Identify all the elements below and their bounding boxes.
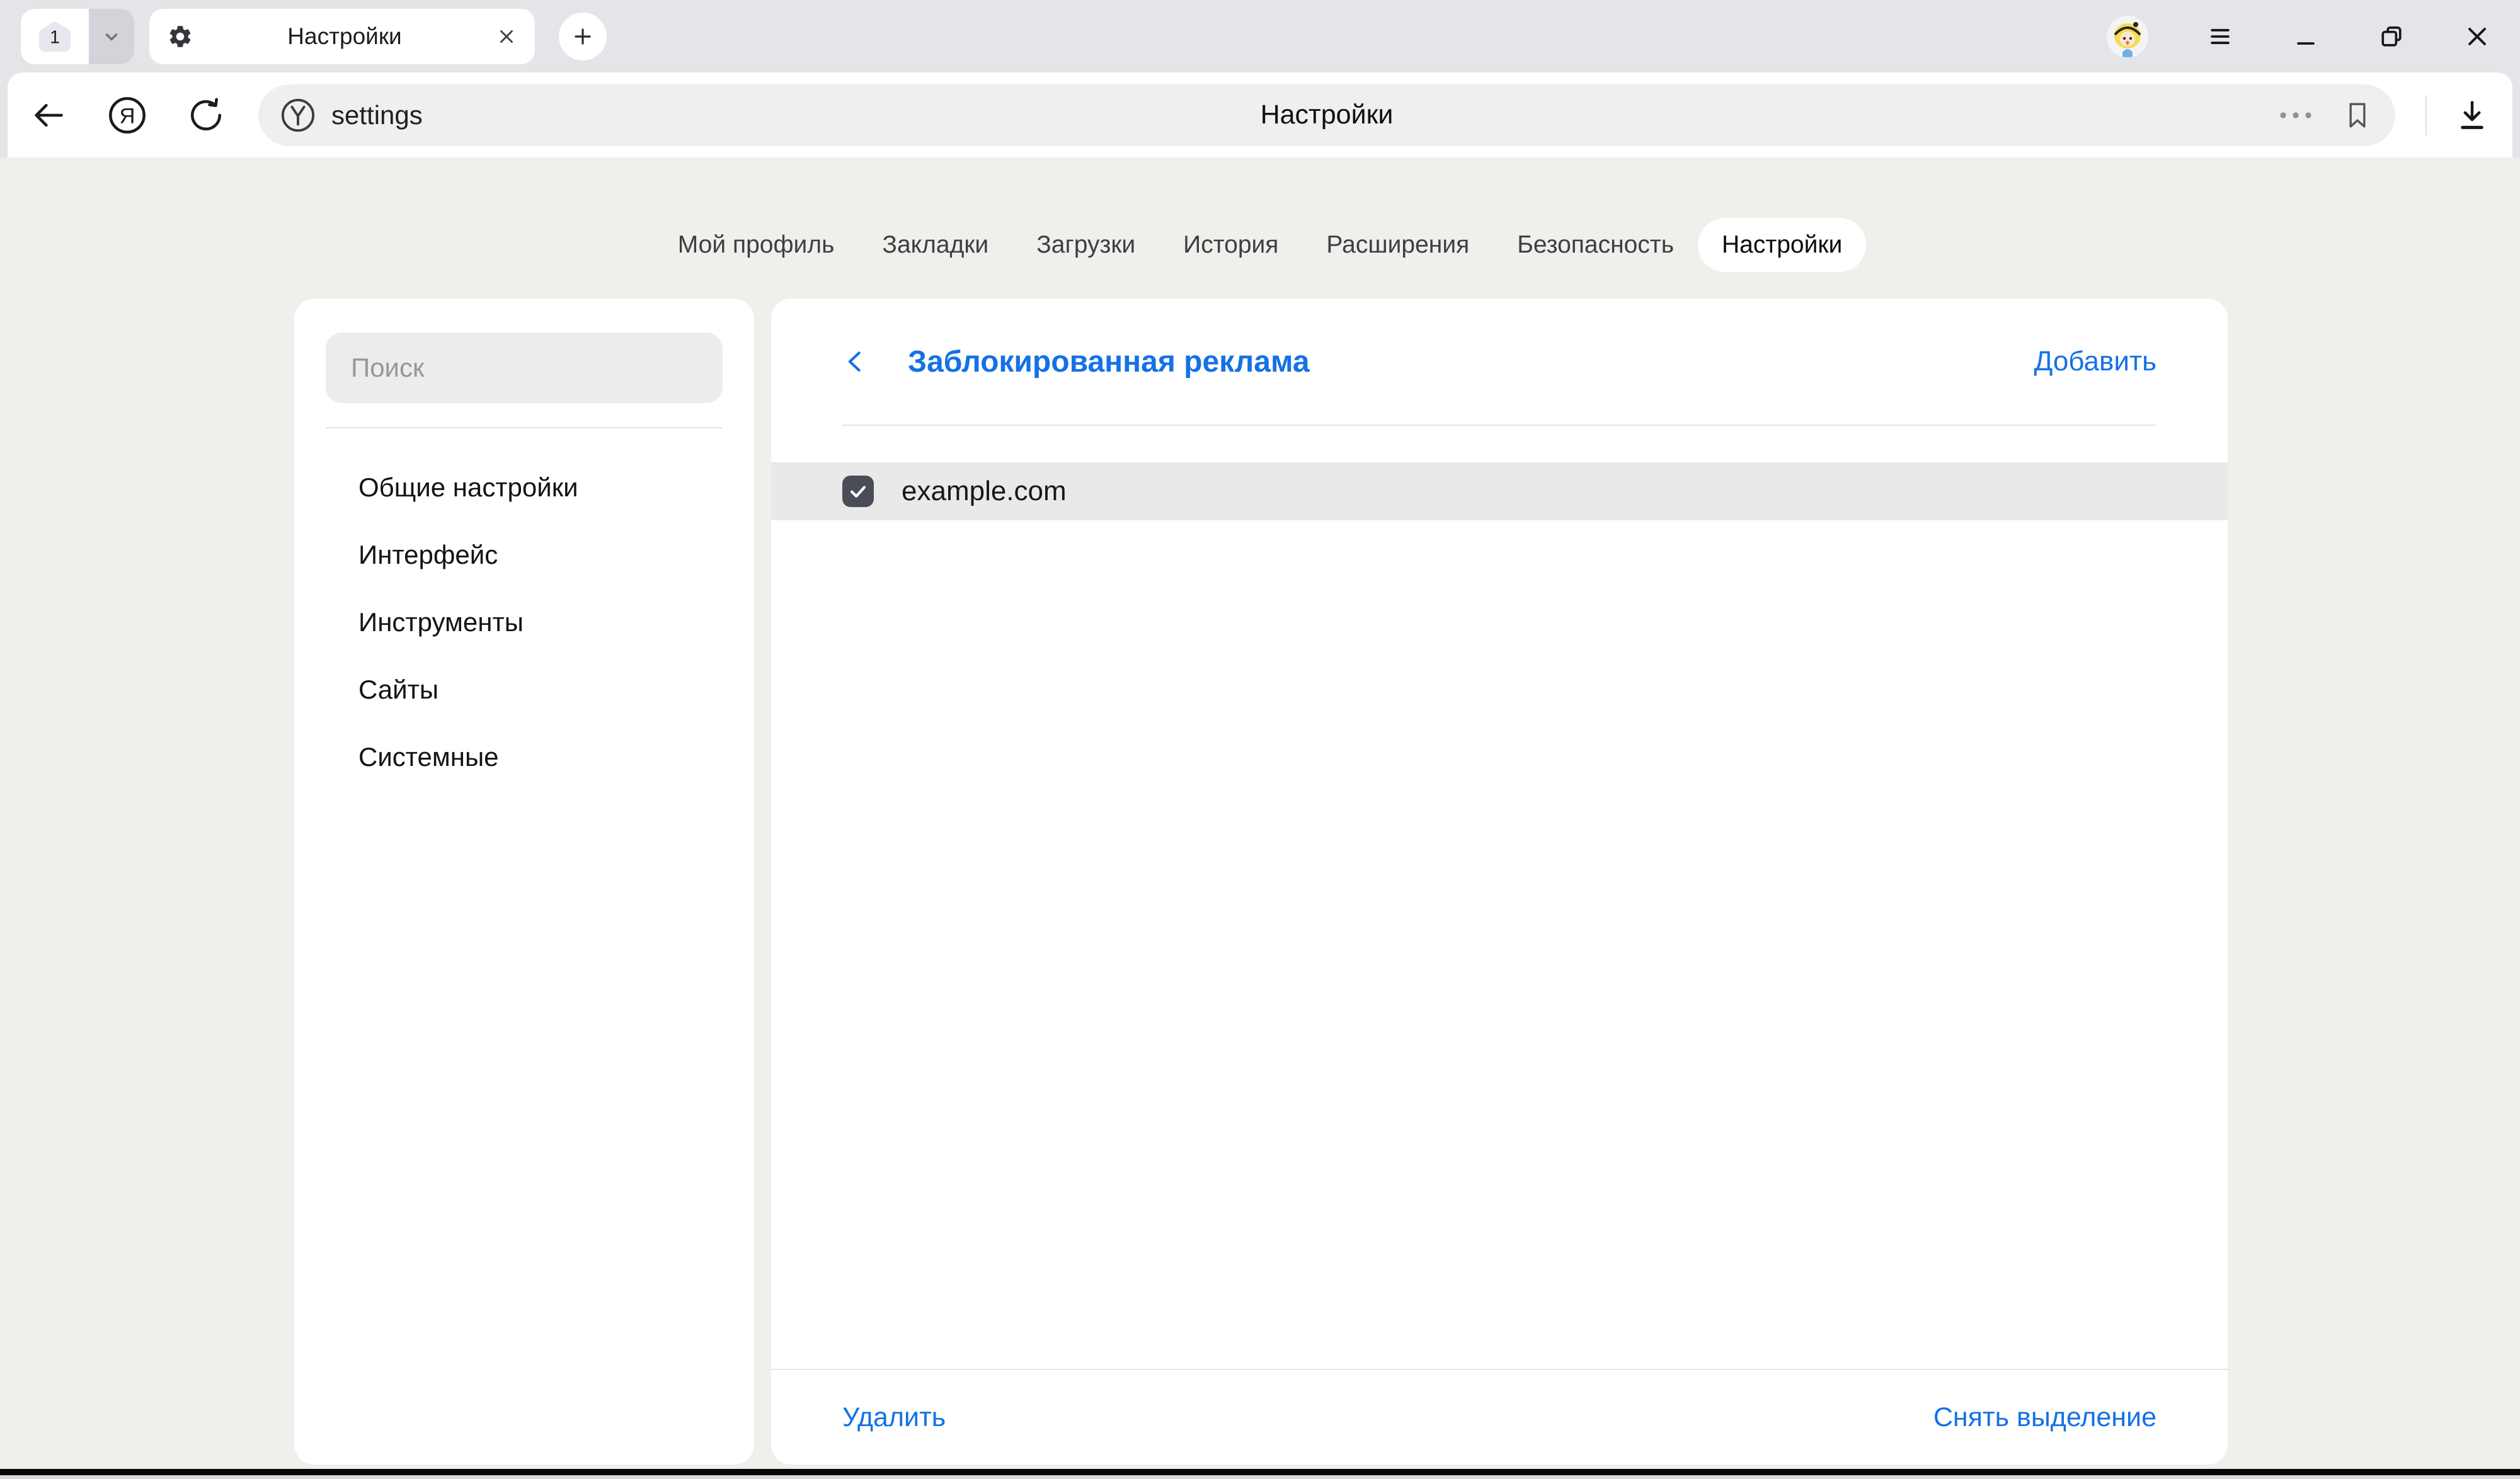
yandex-logo-icon[interactable]: Я bbox=[107, 95, 147, 135]
browser-tab-settings[interactable]: Настройки bbox=[149, 9, 535, 64]
tab-my-profile[interactable]: Мой профиль bbox=[654, 218, 859, 272]
window-minimize-icon[interactable] bbox=[2292, 23, 2320, 50]
url-text[interactable]: settings bbox=[331, 100, 423, 130]
delete-button[interactable]: Удалить bbox=[842, 1402, 946, 1433]
panel-footer: Удалить Снять выделение bbox=[771, 1370, 2228, 1465]
add-button[interactable]: Добавить bbox=[2034, 346, 2156, 377]
shield-icon: 1 bbox=[37, 20, 72, 54]
window-maximize-icon[interactable] bbox=[2378, 23, 2405, 50]
tab-history[interactable]: История bbox=[1159, 218, 1302, 272]
titlebar-right-controls bbox=[2107, 16, 2491, 57]
tab-title: Настройки bbox=[193, 23, 496, 50]
chevron-down-icon bbox=[100, 25, 123, 48]
tab-group-expand-button[interactable] bbox=[89, 9, 134, 64]
blocked-ads-list: example.com bbox=[771, 426, 2228, 1369]
address-right-actions bbox=[2278, 99, 2374, 132]
avatar-image bbox=[2107, 16, 2148, 57]
tab-downloads[interactable]: Загрузки bbox=[1012, 218, 1159, 272]
row-checkbox[interactable] bbox=[842, 476, 874, 507]
tab-bookmarks[interactable]: Закладки bbox=[858, 218, 1012, 272]
blocked-ads-panel: Заблокированная реклама Добавить example… bbox=[771, 299, 2228, 1465]
tab-group-control[interactable]: 1 bbox=[21, 9, 134, 64]
settings-page: Мой профиль Закладки Загрузки История Ра… bbox=[0, 157, 2520, 1479]
address-bar[interactable]: settings Настройки bbox=[258, 84, 2395, 146]
deselect-button[interactable]: Снять выделение bbox=[1933, 1402, 2156, 1433]
window-close-icon[interactable] bbox=[2463, 23, 2491, 50]
sidebar-item-system[interactable]: Системные bbox=[326, 723, 723, 791]
tab-group-count: 1 bbox=[50, 27, 60, 47]
sidebar-item-general[interactable]: Общие настройки bbox=[326, 454, 723, 521]
address-page-title: Настройки bbox=[258, 100, 2395, 130]
sidebar-item-sites[interactable]: Сайты bbox=[326, 656, 723, 723]
site-badge-icon[interactable] bbox=[280, 97, 316, 134]
new-tab-button[interactable] bbox=[559, 13, 607, 60]
svg-text:Я: Я bbox=[119, 104, 135, 128]
toolbar-divider bbox=[2426, 95, 2427, 135]
browser-toolbar: Я settings Настройки bbox=[8, 72, 2512, 157]
sidebar-divider bbox=[326, 427, 723, 428]
sidebar-item-interface[interactable]: Интерфейс bbox=[326, 521, 723, 588]
back-arrow-icon[interactable] bbox=[30, 97, 67, 134]
profile-avatar[interactable] bbox=[2107, 16, 2148, 57]
sidebar-section-list: Общие настройки Интерфейс Инструменты Са… bbox=[326, 454, 723, 791]
settings-nav-tabs: Мой профиль Закладки Загрузки История Ра… bbox=[0, 218, 2520, 272]
checkmark-icon bbox=[847, 481, 869, 502]
panel-header: Заблокированная реклама Добавить bbox=[771, 299, 2228, 425]
gear-icon bbox=[167, 23, 193, 50]
panel-title: Заблокированная реклама bbox=[908, 345, 1310, 379]
tab-security[interactable]: Безопасность bbox=[1493, 218, 1698, 272]
back-chevron-icon[interactable] bbox=[842, 348, 870, 375]
sidebar-item-tools[interactable]: Инструменты bbox=[326, 588, 723, 656]
tab-close-icon[interactable] bbox=[496, 26, 517, 47]
tab-group-badge[interactable]: 1 bbox=[21, 9, 89, 64]
more-actions-icon[interactable] bbox=[2278, 110, 2313, 120]
list-row[interactable]: example.com bbox=[771, 462, 2228, 520]
browser-titlebar: 1 Настройки bbox=[0, 0, 2520, 72]
downloads-icon[interactable] bbox=[2454, 98, 2490, 133]
plus-icon bbox=[571, 25, 595, 49]
blocked-domain: example.com bbox=[902, 476, 1067, 507]
reload-icon[interactable] bbox=[188, 97, 224, 134]
tab-settings[interactable]: Настройки bbox=[1698, 218, 1866, 272]
search-input[interactable] bbox=[326, 333, 723, 403]
bottom-edge-bar bbox=[0, 1469, 2520, 1475]
tab-extensions[interactable]: Расширения bbox=[1302, 218, 1493, 272]
bookmark-icon[interactable] bbox=[2341, 99, 2374, 132]
settings-sidebar: Общие настройки Интерфейс Инструменты Са… bbox=[294, 299, 754, 1465]
bottom-edge-sliver bbox=[0, 1475, 2520, 1479]
menu-hamburger-icon[interactable] bbox=[2206, 23, 2234, 50]
